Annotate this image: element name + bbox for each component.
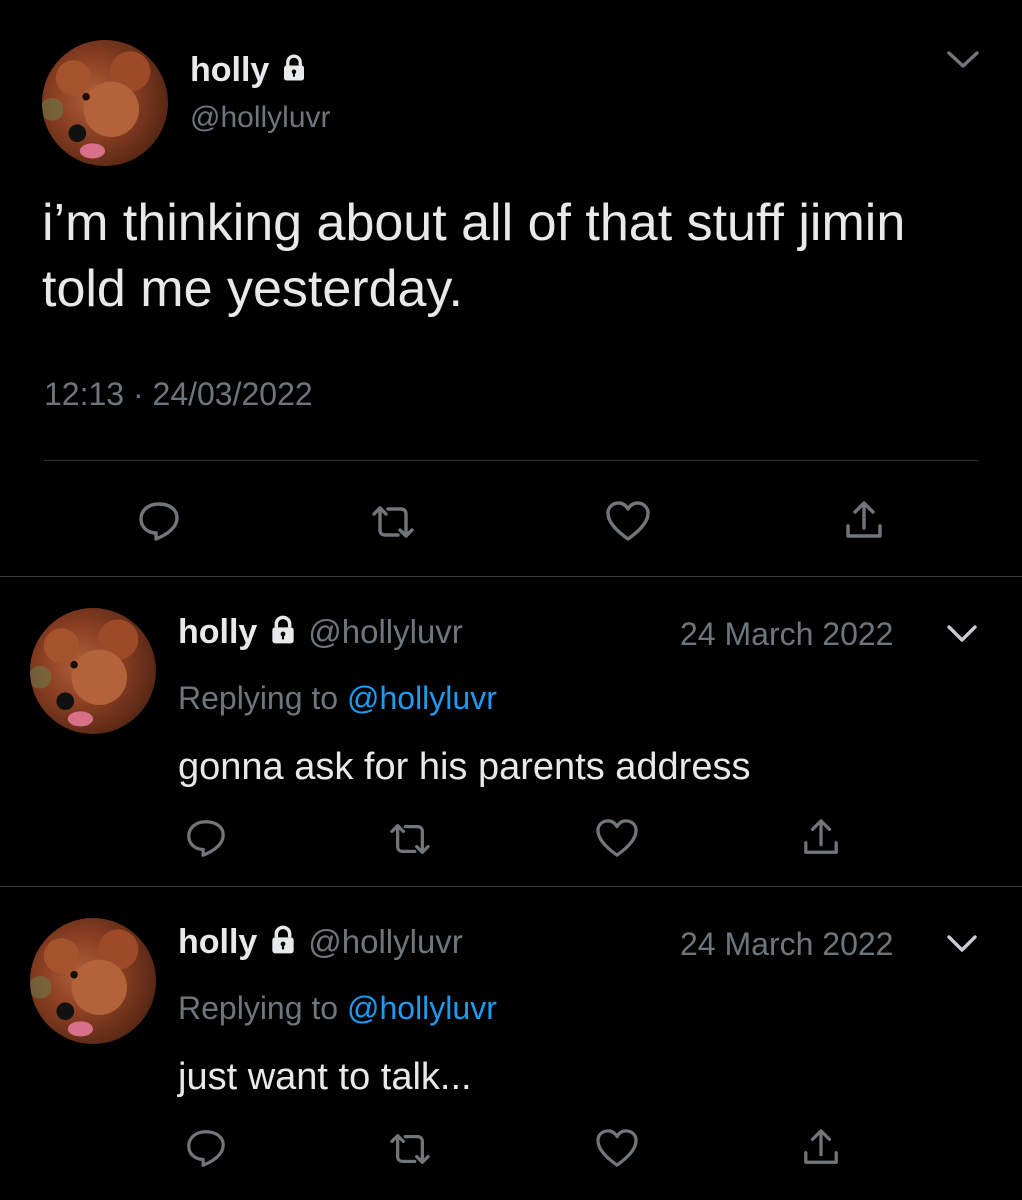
- share-icon[interactable]: [844, 498, 884, 542]
- dog-avatar-image: [42, 51, 151, 159]
- display-name[interactable]: holly: [178, 923, 257, 961]
- reply-date[interactable]: 24 March 2022: [680, 924, 893, 964]
- divider: [0, 576, 1022, 577]
- handle[interactable]: @hollyluvr: [190, 100, 331, 136]
- divider: [0, 886, 1022, 887]
- heart-icon[interactable]: [594, 1128, 640, 1168]
- heart-icon[interactable]: [594, 818, 640, 858]
- chevron-down-icon[interactable]: [944, 48, 982, 72]
- retweet-icon[interactable]: [386, 820, 434, 858]
- share-icon[interactable]: [802, 816, 840, 858]
- replying-to-link[interactable]: @hollyluvr: [347, 680, 497, 716]
- display-name[interactable]: holly: [178, 613, 257, 651]
- avatar[interactable]: [30, 608, 156, 734]
- timestamp-separator: ·: [132, 376, 144, 412]
- tweet-text: gonna ask for his parents address: [178, 746, 751, 788]
- handle[interactable]: @hollyluvr: [308, 613, 463, 650]
- heart-icon[interactable]: [604, 500, 652, 542]
- reply-icon[interactable]: [136, 498, 182, 544]
- chevron-down-icon[interactable]: [944, 932, 980, 956]
- dog-avatar-image: [30, 929, 139, 1037]
- tweet-text: i’m thinking about all of that stuff jim…: [42, 194, 906, 318]
- avatar[interactable]: [30, 918, 156, 1044]
- replying-to: Replying to @hollyluvr: [178, 988, 497, 1028]
- replying-prefix: Replying to: [178, 990, 339, 1026]
- display-name[interactable]: holly: [190, 50, 309, 92]
- replying-to-link[interactable]: @hollyluvr: [347, 990, 497, 1026]
- tweet-time: 12:13: [44, 376, 125, 412]
- tweet-text: just want to talk...: [178, 1056, 472, 1098]
- tweet-date: 24/03/2022: [152, 376, 313, 412]
- dog-avatar-image: [30, 619, 139, 727]
- retweet-icon[interactable]: [386, 1130, 434, 1168]
- lock-icon: [267, 614, 299, 655]
- replying-prefix: Replying to: [178, 680, 339, 716]
- avatar[interactable]: [42, 40, 168, 166]
- reply-date[interactable]: 24 March 2022: [680, 614, 893, 654]
- lock-icon: [267, 924, 299, 965]
- reply-icon[interactable]: [184, 1126, 228, 1170]
- lock-icon: [279, 52, 309, 92]
- reply-icon[interactable]: [184, 816, 228, 860]
- display-name-text: holly: [190, 51, 270, 89]
- tweet-timestamp[interactable]: 12:13 · 24/03/2022: [44, 374, 313, 414]
- retweet-icon[interactable]: [368, 502, 418, 542]
- share-icon[interactable]: [802, 1126, 840, 1168]
- reply-header: holly @hollyluvr: [178, 612, 463, 655]
- reply-header: holly @hollyluvr: [178, 922, 463, 965]
- handle[interactable]: @hollyluvr: [308, 923, 463, 960]
- replying-to: Replying to @hollyluvr: [178, 678, 497, 718]
- divider: [44, 460, 978, 461]
- chevron-down-icon[interactable]: [944, 622, 980, 646]
